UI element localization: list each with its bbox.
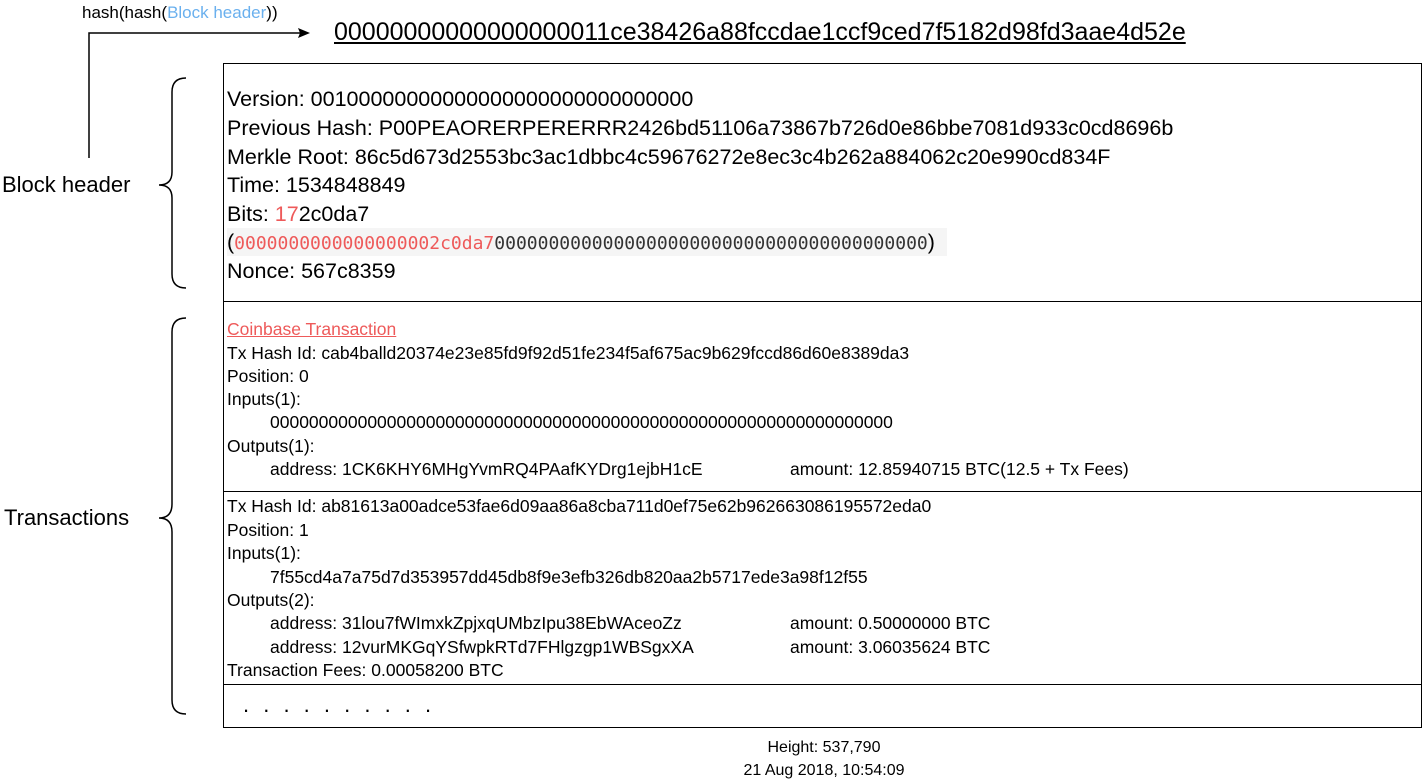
target-close-paren: ) [927,230,935,254]
coinbase-transaction-box: Coinbase Transaction Tx Hash Id: cab4bal… [223,302,1422,492]
previous-hash-field: Previous Hash: P00PEAORERPERERRR2426bd51… [227,116,1174,140]
tx-position: Position: 1 [227,520,309,540]
bits-field: Bits: 172c0da7 [227,200,369,228]
tx-input: 7f55cd4a7a75d7d353957dd45db8f9e3efb326db… [270,567,868,587]
bits-exponent: 17 [274,202,299,226]
hash-caption-highlight: Block header [167,3,267,22]
time-field: Time: 1534848849 [227,173,406,197]
tx-output-amount: amount: 0.50000000 BTC [790,613,991,633]
transaction-box: Tx Hash Id: ab81613a00adce53fae6d09aa86a… [223,492,1422,685]
block-header-box: Version: 0010000000000000000000000000000… [223,63,1422,302]
tx-position: Position: 0 [227,366,309,386]
target-expansion: (0000000000000000002c0da7000000000000000… [227,228,947,256]
tx-hash: Tx Hash Id: ab81613a00adce53fae6d09aa86a… [227,496,932,516]
more-transactions-ellipsis: . . . . . . . . . . [243,692,436,717]
more-transactions-box: . . . . . . . . . . [223,685,1422,728]
block-header-label: Block header [2,172,131,197]
tx-inputs-label: Inputs(1): [227,543,301,563]
transactions-label: Transactions [4,505,130,530]
coinbase-transaction-link[interactable]: Coinbase Transaction [227,318,396,341]
merkle-root-field: Merkle Root: 86c5d673d2553bc3ac1dbbc4c59… [227,145,1111,169]
tx-input: 0000000000000000000000000000000000000000… [270,412,893,432]
tx-outputs-label: Outputs(1): [227,436,315,456]
hash-caption-prefix: hash(hash( [82,3,168,22]
tx-hash: Tx Hash Id: cab4balld20374e23e85fd9f92d5… [227,343,910,363]
tx-fees: Transaction Fees: 0.00058200 BTC [227,660,504,680]
tx-output-amount: amount: 3.06035624 BTC [790,637,991,657]
bits-label: Bits: [227,202,275,226]
block-timestamp: 21 Aug 2018, 10:54:09 [743,762,905,779]
transactions-brace [158,317,187,715]
block-hash: 00000000000000000011ce38426a88fccdae1ccf… [334,18,1186,46]
tx-output-amount: amount: 12.85940715 BTC(12.5 + Tx Fees) [790,459,1129,479]
tx-inputs-label: Inputs(1): [227,389,301,409]
target-rest: 0000000000000000000000000000000000000000 [494,233,928,254]
block-height: Height: 537,790 [767,739,881,756]
target-highlight: 0000000000000000002c0da7 [234,233,495,254]
version-field: Version: 0010000000000000000000000000000… [227,87,694,111]
hash-caption-suffix: )) [266,3,278,22]
bits-mantissa: 2c0da7 [298,202,370,226]
nonce-field: Nonce: 567c8359 [227,259,396,283]
hash-caption: hash(hash(Block header)) [82,3,278,23]
block-header-brace [158,77,187,289]
tx-output-address: address: 1CK6KHY6MHgYvmRQ4PAafKYDrg1ejbH… [270,459,703,479]
tx-output-address: address: 31lou7fWImxkZpjxqUMbzIpu38EbWAc… [270,613,682,633]
tx-outputs-label: Outputs(2): [227,590,315,610]
tx-output-address: address: 12vurMKGqYSfwpkRTd7FHlgzgp1WBSg… [270,637,694,657]
